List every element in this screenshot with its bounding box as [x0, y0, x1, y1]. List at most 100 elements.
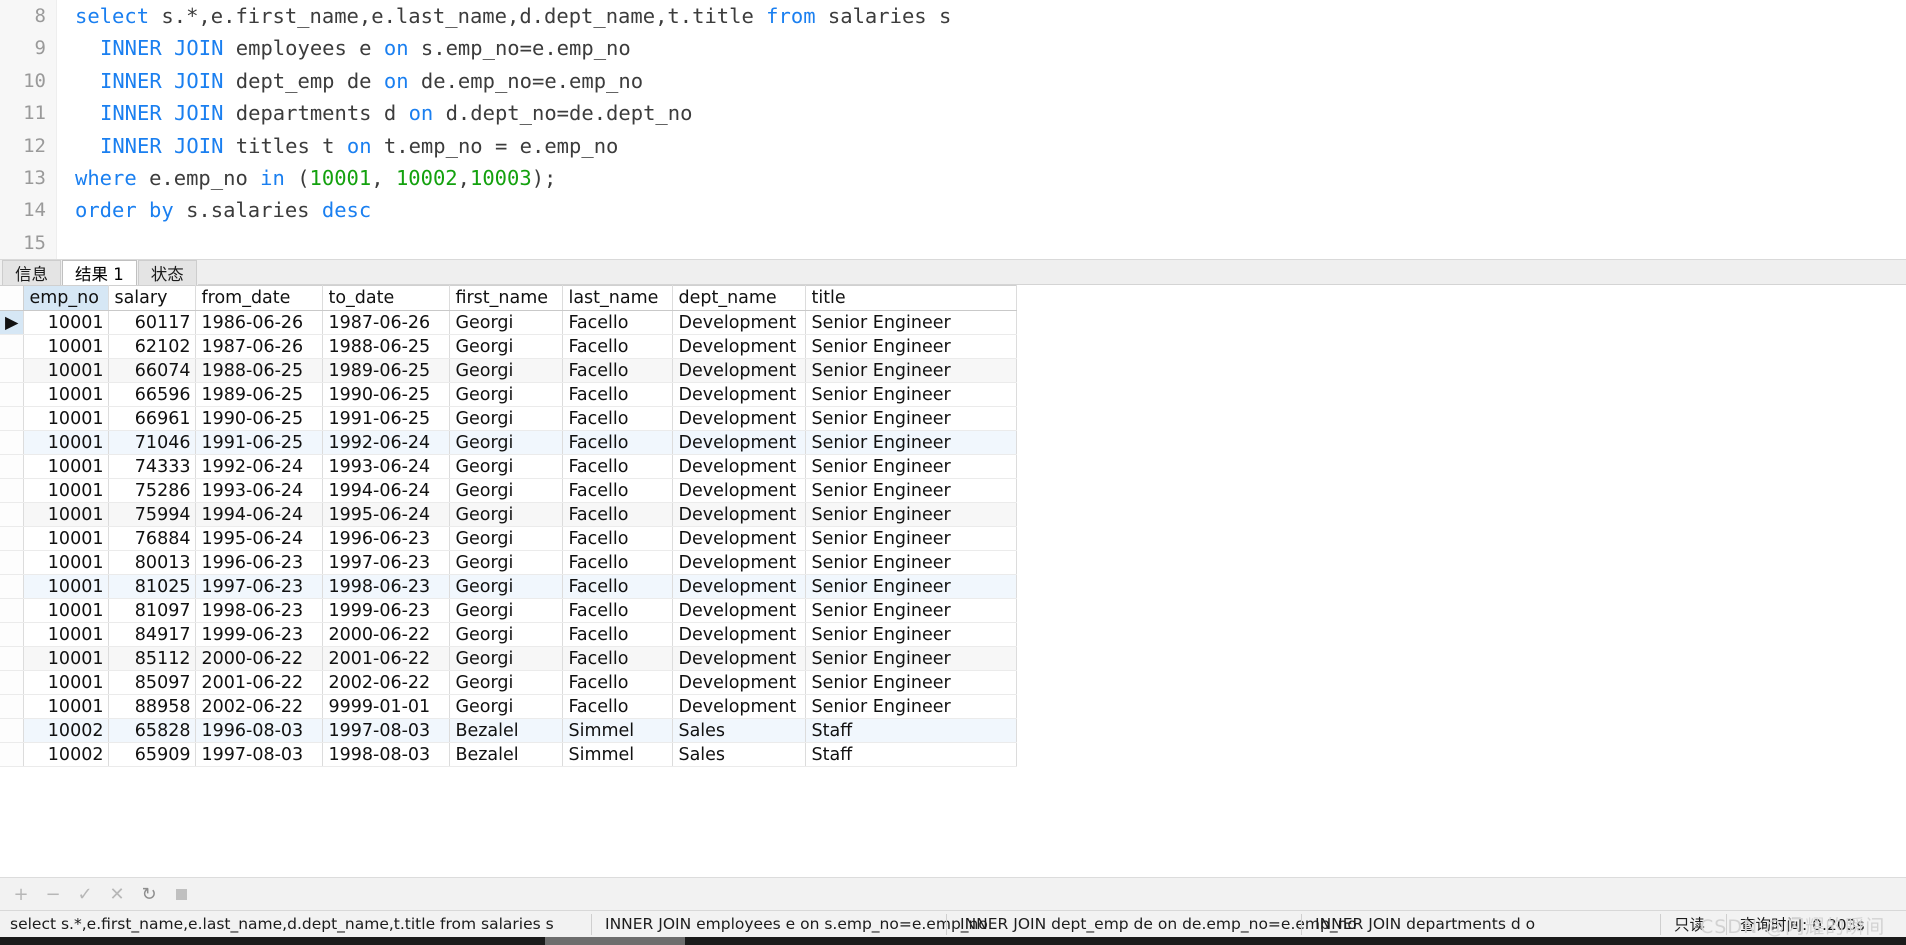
- cell-dept_name[interactable]: Development: [672, 574, 807, 599]
- cell-emp_no[interactable]: 10001: [23, 550, 110, 575]
- cell-salary[interactable]: 60117: [108, 310, 197, 335]
- code-line[interactable]: 9 INNER JOIN employees e on s.emp_no=e.em…: [0, 32, 1906, 64]
- cell-emp_no[interactable]: 10002: [23, 742, 110, 767]
- cell-to_date[interactable]: 1995-06-24: [322, 502, 451, 527]
- cell-first_name[interactable]: Georgi: [449, 334, 564, 359]
- cell-first_name[interactable]: Georgi: [449, 670, 564, 695]
- code-line[interactable]: 11 INNER JOIN departments d on d.dept_no=…: [0, 97, 1906, 129]
- cell-to_date[interactable]: 1989-06-25: [322, 358, 451, 383]
- tab-info[interactable]: 信息: [2, 260, 61, 285]
- cell-title[interactable]: Senior Engineer: [805, 694, 1018, 719]
- cell-dept_name[interactable]: Development: [672, 478, 807, 503]
- refresh-button[interactable]: ↻: [136, 881, 162, 907]
- cell-salary[interactable]: 76884: [108, 526, 197, 551]
- cell-last_name[interactable]: Simmel: [562, 718, 674, 743]
- row-selector-cell[interactable]: [0, 382, 25, 407]
- cell-salary[interactable]: 81025: [108, 574, 197, 599]
- cell-salary[interactable]: 74333: [108, 454, 197, 479]
- cell-to_date[interactable]: 1999-06-23: [322, 598, 451, 623]
- cell-emp_no[interactable]: 10001: [23, 334, 110, 359]
- cell-emp_no[interactable]: 10001: [23, 406, 110, 431]
- code-line[interactable]: 10 INNER JOIN dept_emp de on de.emp_no=e.…: [0, 65, 1906, 97]
- cell-last_name[interactable]: Facello: [562, 478, 674, 503]
- cell-to_date[interactable]: 1997-08-03: [322, 718, 451, 743]
- cell-dept_name[interactable]: Sales: [672, 742, 807, 767]
- cell-last_name[interactable]: Facello: [562, 646, 674, 671]
- cancel-changes-button[interactable]: ✕: [104, 881, 130, 907]
- cell-dept_name[interactable]: Development: [672, 646, 807, 671]
- cell-title[interactable]: Senior Engineer: [805, 310, 1018, 335]
- cell-emp_no[interactable]: 10001: [23, 670, 110, 695]
- cell-from_date[interactable]: 2000-06-22: [195, 646, 324, 671]
- cell-to_date[interactable]: 2000-06-22: [322, 622, 451, 647]
- cell-salary[interactable]: 85112: [108, 646, 197, 671]
- cell-to_date[interactable]: 1991-06-25: [322, 406, 451, 431]
- table-row[interactable]: 10001 85097 2001-06-22 2002-06-22 Georgi Face…: [0, 670, 1018, 695]
- row-selector-cell[interactable]: [0, 646, 25, 671]
- cell-first_name[interactable]: Georgi: [449, 598, 564, 623]
- cell-first_name[interactable]: Georgi: [449, 382, 564, 407]
- cell-first_name[interactable]: Georgi: [449, 454, 564, 479]
- cell-dept_name[interactable]: Development: [672, 550, 807, 575]
- cell-first_name[interactable]: Georgi: [449, 694, 564, 719]
- cell-first_name[interactable]: Georgi: [449, 358, 564, 383]
- code-line[interactable]: 12 INNER JOIN titles t on t.emp_no = e.em…: [0, 130, 1906, 162]
- code-line[interactable]: 14 order by s.salaries desc: [0, 194, 1906, 226]
- add-row-button[interactable]: +: [8, 881, 34, 907]
- cell-salary[interactable]: 81097: [108, 598, 197, 623]
- cell-from_date[interactable]: 1997-06-23: [195, 574, 324, 599]
- column-header-emp_no[interactable]: emp_no: [23, 285, 110, 311]
- column-header-first_name[interactable]: first_name: [449, 285, 564, 311]
- cell-dept_name[interactable]: Development: [672, 694, 807, 719]
- cell-to_date[interactable]: 1994-06-24: [322, 478, 451, 503]
- cell-dept_name[interactable]: Sales: [672, 718, 807, 743]
- result-grid-container[interactable]: emp_no salary from_date to_date first_name la…: [0, 285, 1906, 877]
- cell-first_name[interactable]: Georgi: [449, 310, 564, 335]
- cell-first_name[interactable]: Georgi: [449, 478, 564, 503]
- cell-title[interactable]: Senior Engineer: [805, 574, 1018, 599]
- cell-from_date[interactable]: 2002-06-22: [195, 694, 324, 719]
- cell-to_date[interactable]: 1997-06-23: [322, 550, 451, 575]
- cell-last_name[interactable]: Simmel: [562, 742, 674, 767]
- cell-title[interactable]: Senior Engineer: [805, 550, 1018, 575]
- table-row[interactable]: 10001 88958 2002-06-22 9999-01-01 Georgi Face…: [0, 694, 1018, 719]
- cell-from_date[interactable]: 1987-06-26: [195, 334, 324, 359]
- cell-first_name[interactable]: Bezalel: [449, 718, 564, 743]
- cell-emp_no[interactable]: 10001: [23, 310, 110, 335]
- cell-first_name[interactable]: Georgi: [449, 526, 564, 551]
- row-selector-cell[interactable]: ▶: [0, 310, 25, 335]
- cell-dept_name[interactable]: Development: [672, 406, 807, 431]
- cell-title[interactable]: Senior Engineer: [805, 406, 1018, 431]
- cell-emp_no[interactable]: 10001: [23, 622, 110, 647]
- column-header-from_date[interactable]: from_date: [195, 285, 324, 311]
- row-selector-cell[interactable]: [0, 478, 25, 503]
- cell-last_name[interactable]: Facello: [562, 382, 674, 407]
- cell-from_date[interactable]: 2001-06-22: [195, 670, 324, 695]
- sql-editor[interactable]: 8 select s.*,e.first_name,e.last_name,d.d…: [0, 0, 1906, 259]
- row-selector-cell[interactable]: [0, 454, 25, 479]
- grid-header-row[interactable]: emp_no salary from_date to_date first_name la…: [0, 285, 1018, 311]
- cell-dept_name[interactable]: Development: [672, 358, 807, 383]
- cell-dept_name[interactable]: Development: [672, 454, 807, 479]
- cell-emp_no[interactable]: 10001: [23, 430, 110, 455]
- cell-last_name[interactable]: Facello: [562, 598, 674, 623]
- result-grid[interactable]: emp_no salary from_date to_date first_name la…: [0, 285, 1018, 767]
- cell-from_date[interactable]: 1990-06-25: [195, 406, 324, 431]
- table-row[interactable]: 10001 85112 2000-06-22 2001-06-22 Georgi Face…: [0, 646, 1018, 671]
- cell-from_date[interactable]: 1995-06-24: [195, 526, 324, 551]
- table-row[interactable]: 10001 71046 1991-06-25 1992-06-24 Georgi Face…: [0, 430, 1018, 455]
- tab-status[interactable]: 状态: [137, 260, 197, 285]
- table-row[interactable]: 10001 75286 1993-06-24 1994-06-24 Georgi Face…: [0, 478, 1018, 503]
- cell-from_date[interactable]: 1986-06-26: [195, 310, 324, 335]
- cell-to_date[interactable]: 1998-08-03: [322, 742, 451, 767]
- cell-to_date[interactable]: 1988-06-25: [322, 334, 451, 359]
- cell-emp_no[interactable]: 10001: [23, 694, 110, 719]
- cell-emp_no[interactable]: 10001: [23, 478, 110, 503]
- cell-title[interactable]: Senior Engineer: [805, 334, 1018, 359]
- cell-salary[interactable]: 71046: [108, 430, 197, 455]
- cell-first_name[interactable]: Georgi: [449, 502, 564, 527]
- code-line[interactable]: 13 where e.emp_no in (10001, 10002,10003)…: [0, 162, 1906, 194]
- table-row[interactable]: 10001 75994 1994-06-24 1995-06-24 Georgi Face…: [0, 502, 1018, 527]
- cell-dept_name[interactable]: Development: [672, 334, 807, 359]
- cell-last_name[interactable]: Facello: [562, 550, 674, 575]
